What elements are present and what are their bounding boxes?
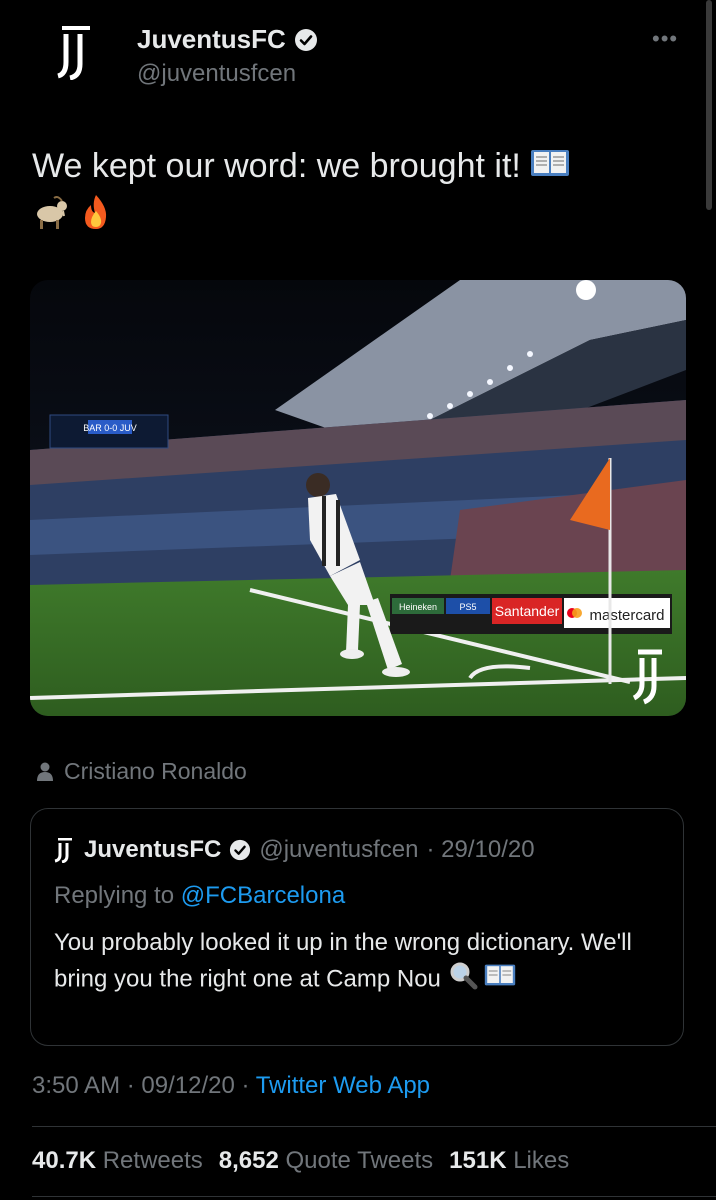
likes-label: Likes [513, 1147, 570, 1174]
replying-to-link[interactable]: @FCBarcelona [181, 882, 345, 909]
retweets-count: 40.7K [32, 1147, 97, 1174]
tweet-meta: 3:50 AM · 09/12/20 · Twitter Web App [32, 1072, 430, 1100]
quoted-tweet-text: You probably looked it up in the wrong d… [54, 925, 654, 1000]
author-handle[interactable]: @juventusfcen [137, 60, 296, 88]
heineken-board: Heineken [399, 602, 437, 612]
open-book-icon [484, 962, 516, 998]
tweet-photo[interactable]: BAR 0-0 JUV Santander mastercard Heineke… [30, 280, 686, 716]
scoreboard-text: BAR 0-0 JUV [83, 423, 137, 433]
author-name-row[interactable]: JuventusFC [137, 24, 318, 55]
tweet-time[interactable]: 3:50 AM [32, 1072, 120, 1099]
santander-board: Santander [495, 603, 560, 619]
juventus-small-logo-icon [54, 838, 72, 863]
author-name[interactable]: JuventusFC [137, 24, 286, 55]
verified-badge-icon [294, 28, 317, 51]
quoted-date: · 29/10/20 [426, 836, 535, 863]
open-book-icon [530, 144, 570, 192]
likes-stat[interactable]: 151K Likes [449, 1147, 569, 1175]
avatar[interactable] [44, 20, 108, 84]
quote-tweets-stat[interactable]: 8,652 Quote Tweets [219, 1147, 433, 1175]
tagged-user[interactable]: Cristiano Ronaldo [36, 758, 247, 785]
more-options-icon[interactable]: ••• [652, 26, 678, 52]
quoted-tweet-header: JuventusFC @juventusfcen · 29/10/20 [54, 836, 535, 864]
mastercard-board: mastercard [589, 607, 664, 624]
likes-count: 151K [449, 1147, 507, 1174]
goat-icon [32, 194, 70, 243]
quoted-author-name[interactable]: JuventusFC [84, 836, 221, 864]
tweet-text-body: We kept our word: we brought it! [32, 147, 521, 185]
tweet-date[interactable]: · 09/12/20 · [127, 1072, 250, 1099]
replying-to-prefix: Replying to [54, 882, 175, 909]
stadium-photo: BAR 0-0 JUV Santander mastercard Heineke… [30, 280, 686, 716]
replying-to: Replying to @FCBarcelona [54, 882, 345, 910]
quoted-tweet-body: You probably looked it up in the wrong d… [54, 929, 632, 993]
tweet-stats: 40.7K Retweets 8,652 Quote Tweets 151K L… [32, 1147, 569, 1175]
magnifying-glass-icon [448, 960, 478, 1000]
juventus-logo-icon [57, 26, 90, 80]
quotes-count: 8,652 [218, 1147, 279, 1174]
fire-icon [79, 193, 113, 244]
retweets-stat[interactable]: 40.7K Retweets [32, 1147, 203, 1175]
ps5-board: PS5 [459, 602, 476, 612]
divider [32, 1196, 716, 1197]
verified-badge-icon [230, 839, 251, 861]
divider [32, 1126, 716, 1127]
person-icon [37, 762, 53, 781]
tweet-source[interactable]: Twitter Web App [256, 1072, 430, 1099]
tweet-text: We kept our word: we brought it! [32, 142, 672, 244]
retweets-label: Retweets [102, 1147, 203, 1174]
quoted-author-handle[interactable]: @juventusfcen [259, 836, 418, 864]
quotes-label: Quote Tweets [285, 1147, 434, 1174]
scrollbar[interactable] [706, 0, 712, 210]
tagged-user-name[interactable]: Cristiano Ronaldo [64, 758, 247, 785]
